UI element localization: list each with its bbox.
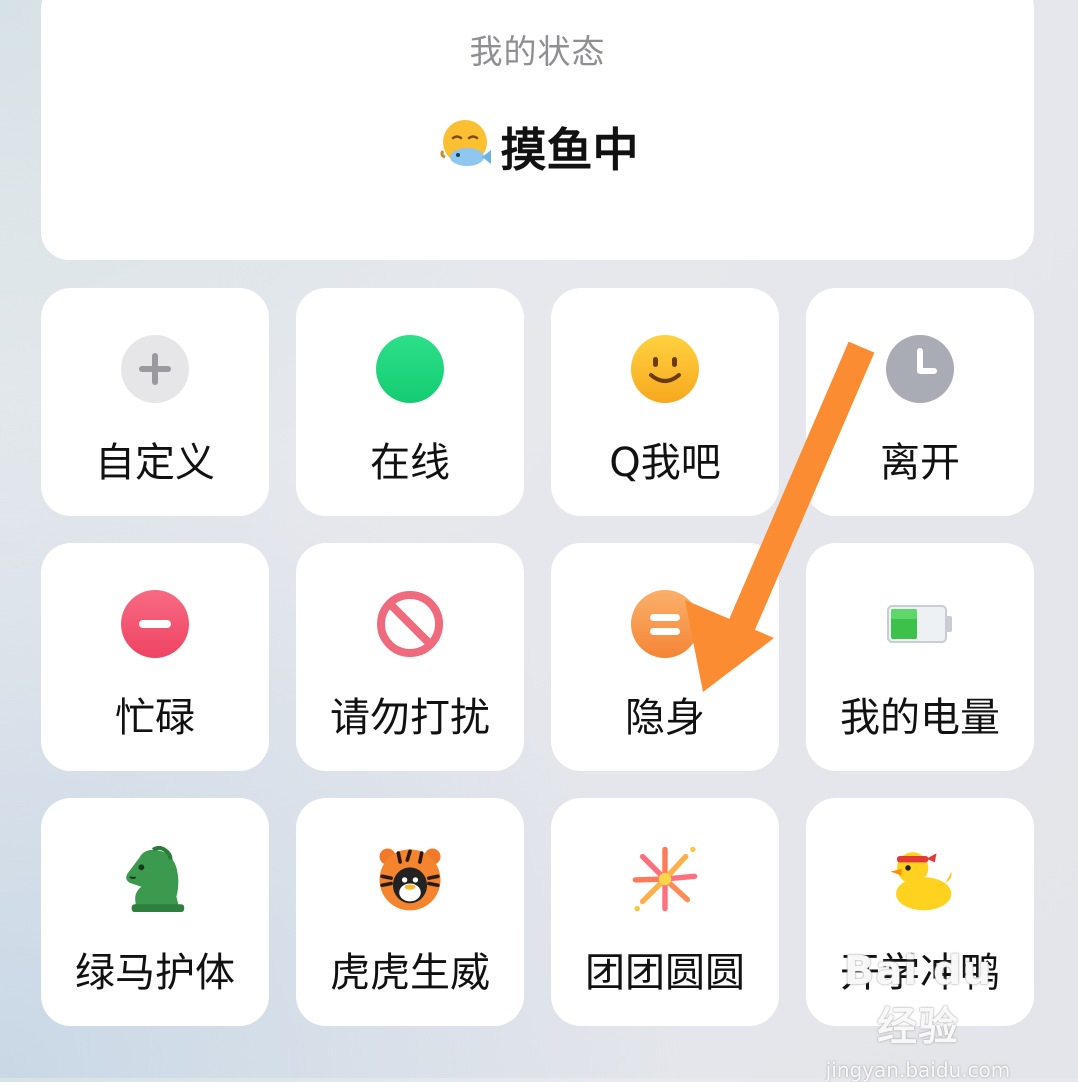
status-tile-custom[interactable]: 自定义 [41, 288, 269, 516]
tile-label: 虎虎生威 [330, 950, 490, 996]
tile-label: 我的电量 [840, 695, 1000, 741]
no-entry-icon [375, 589, 445, 659]
tile-label: 在线 [370, 440, 450, 486]
status-tile-green-horse[interactable]: 绿马护体 [41, 798, 269, 1026]
status-tile-do-not-disturb[interactable]: 请勿打扰 [296, 543, 524, 771]
battery-icon [885, 589, 955, 659]
tile-label: 团团圆圆 [585, 950, 745, 996]
status-tile-my-battery[interactable]: 我的电量 [806, 543, 1034, 771]
clock-icon [885, 334, 955, 404]
smile-icon [630, 334, 700, 404]
tile-label: Q我吧 [609, 440, 721, 486]
tile-label: 绿马护体 [75, 950, 235, 996]
equals-circle-icon [630, 589, 700, 659]
status-tile-invisible[interactable]: 隐身 [551, 543, 779, 771]
green-horse-icon [120, 844, 190, 914]
tile-label: 离开 [880, 440, 960, 486]
firework-icon [630, 844, 700, 914]
baidu-jingyan-watermark: Bai du 经验 jingyan.baidu.com [818, 948, 1018, 1082]
watermark-main-text: Bai du 经验 [843, 948, 993, 1050]
tile-label: 忙碌 [115, 695, 195, 741]
tile-label: 隐身 [625, 695, 705, 741]
duck-icon [885, 844, 955, 914]
minus-circle-icon [120, 589, 190, 659]
online-dot-icon [375, 334, 445, 404]
status-grid: 自定义 在线 Q我吧 离开 忙碌 请勿打扰 隐身 我的电量 绿马护体 虎虎生威 … [0, 0, 1078, 1078]
status-tile-busy[interactable]: 忙碌 [41, 543, 269, 771]
tiger-icon [375, 844, 445, 914]
tile-label: 自定义 [95, 440, 215, 486]
status-tile-away[interactable]: 离开 [806, 288, 1034, 516]
status-tile-tiger[interactable]: 虎虎生威 [296, 798, 524, 1026]
status-tile-reunion[interactable]: 团团圆圆 [551, 798, 779, 1026]
status-tile-online[interactable]: 在线 [296, 288, 524, 516]
tile-label: 请勿打扰 [330, 695, 490, 741]
status-tile-q-me[interactable]: Q我吧 [551, 288, 779, 516]
plus-icon [120, 334, 190, 404]
watermark-url-text: jingyan.baidu.com [825, 1058, 1011, 1082]
